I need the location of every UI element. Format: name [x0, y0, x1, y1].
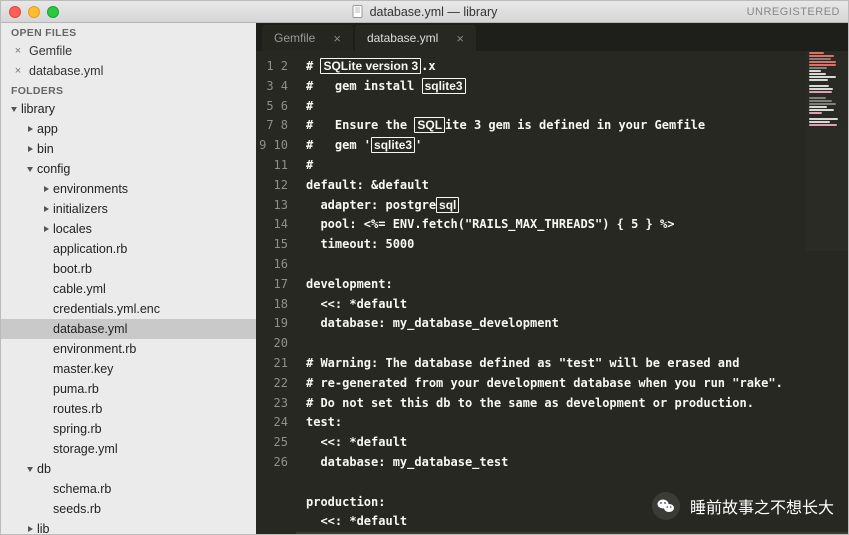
- folders-header: FOLDERS: [1, 81, 256, 99]
- tree-file[interactable]: spring.rb: [1, 419, 256, 439]
- tree-label: application.rb: [53, 242, 127, 256]
- watermark: 睡前故事之不想长大: [652, 492, 834, 520]
- disclosure-down-icon[interactable]: [9, 104, 19, 114]
- editor-tab[interactable]: database.yml ×: [355, 25, 476, 51]
- disclosure-right-icon[interactable]: [25, 124, 35, 134]
- tree-file[interactable]: cable.yml: [1, 279, 256, 299]
- window-body: OPEN FILES × Gemfile × database.yml FOLDERS…: [1, 23, 848, 534]
- tree-file[interactable]: master.key: [1, 359, 256, 379]
- open-file-label: database.yml: [29, 64, 103, 78]
- tree-label: schema.rb: [53, 482, 111, 496]
- tree-folder[interactable]: library: [1, 99, 256, 119]
- tab-label: Gemfile: [274, 31, 315, 45]
- tab-label: database.yml: [367, 31, 438, 45]
- code-area[interactable]: 1 2 3 4 5 6 7 8 9 10 11 12 13 14 15 16 1…: [256, 51, 848, 534]
- tree-folder[interactable]: app: [1, 119, 256, 139]
- tree-folder[interactable]: db: [1, 459, 256, 479]
- tree-label: storage.yml: [53, 442, 118, 456]
- tree-folder[interactable]: initializers: [1, 199, 256, 219]
- tree-file[interactable]: storage.yml: [1, 439, 256, 459]
- tab-close-icon[interactable]: ×: [333, 31, 341, 46]
- tree-label: environment.rb: [53, 342, 136, 356]
- tree-label: lib: [37, 522, 50, 534]
- tree-label: routes.rb: [53, 402, 102, 416]
- disclosure-down-icon[interactable]: [25, 164, 35, 174]
- tree-label: cable.yml: [53, 282, 106, 296]
- disclosure-right-icon[interactable]: [41, 224, 51, 234]
- document-icon: [352, 5, 364, 18]
- tree-file[interactable]: credentials.yml.enc: [1, 299, 256, 319]
- unregistered-label: UNREGISTERED: [747, 6, 840, 18]
- tree-label: credentials.yml.enc: [53, 302, 160, 316]
- tree-label: spring.rb: [53, 422, 102, 436]
- tree-file[interactable]: routes.rb: [1, 399, 256, 419]
- editor-pane: Gemfile × database.yml × 1 2 3 4 5 6 7 8 9 …: [256, 23, 848, 534]
- tree-label: library: [21, 102, 55, 116]
- close-file-icon[interactable]: ×: [13, 65, 23, 77]
- disclosure-down-icon[interactable]: [25, 464, 35, 474]
- tree-folder[interactable]: bin: [1, 139, 256, 159]
- open-files-header: OPEN FILES: [1, 23, 256, 41]
- tree-file[interactable]: database.yml: [1, 319, 256, 339]
- tree-label: initializers: [53, 202, 108, 216]
- sidebar: OPEN FILES × Gemfile × database.yml FOLDERS…: [1, 23, 256, 534]
- tree-label: master.key: [53, 362, 113, 376]
- disclosure-right-icon[interactable]: [41, 204, 51, 214]
- disclosure-right-icon[interactable]: [25, 524, 35, 534]
- watermark-text: 睡前故事之不想长大: [690, 494, 834, 518]
- disclosure-right-icon[interactable]: [41, 184, 51, 194]
- tree-label: puma.rb: [53, 382, 99, 396]
- tree-label: database.yml: [53, 322, 127, 336]
- tab-close-icon[interactable]: ×: [456, 31, 464, 46]
- tree-label: db: [37, 462, 51, 476]
- open-file-item[interactable]: × database.yml: [1, 61, 256, 81]
- tree-label: boot.rb: [53, 262, 92, 276]
- tree-label: app: [37, 122, 58, 136]
- tree-file[interactable]: boot.rb: [1, 259, 256, 279]
- tree-folder[interactable]: locales: [1, 219, 256, 239]
- app-window: database.yml — library UNREGISTERED OPEN…: [0, 0, 849, 535]
- tree-file[interactable]: seeds.rb: [1, 499, 256, 519]
- open-files-list: × Gemfile × database.yml: [1, 41, 256, 81]
- disclosure-right-icon[interactable]: [25, 144, 35, 154]
- tree-file[interactable]: application.rb: [1, 239, 256, 259]
- editor-tabs: Gemfile × database.yml ×: [256, 23, 848, 51]
- tree-label: bin: [37, 142, 54, 156]
- tree-file[interactable]: environment.rb: [1, 339, 256, 359]
- tree-label: seeds.rb: [53, 502, 101, 516]
- folder-tree: library app bin config environments initializ…: [1, 99, 256, 534]
- tree-label: config: [37, 162, 70, 176]
- tree-label: environments: [53, 182, 128, 196]
- titlebar[interactable]: database.yml — library UNREGISTERED: [1, 1, 848, 23]
- minimap[interactable]: [806, 51, 848, 251]
- tree-folder[interactable]: environments: [1, 179, 256, 199]
- tree-file[interactable]: puma.rb: [1, 379, 256, 399]
- tree-folder[interactable]: lib: [1, 519, 256, 534]
- window-title: database.yml — library: [1, 5, 848, 19]
- code-content[interactable]: # SQLite version 3.x # gem install sqlit…: [296, 51, 848, 534]
- close-file-icon[interactable]: ×: [13, 45, 23, 57]
- editor-tab[interactable]: Gemfile ×: [262, 25, 353, 51]
- open-file-item[interactable]: × Gemfile: [1, 41, 256, 61]
- tree-label: locales: [53, 222, 92, 236]
- wechat-icon: [652, 492, 680, 520]
- open-file-label: Gemfile: [29, 44, 72, 58]
- tree-file[interactable]: schema.rb: [1, 479, 256, 499]
- tree-folder[interactable]: config: [1, 159, 256, 179]
- line-gutter: 1 2 3 4 5 6 7 8 9 10 11 12 13 14 15 16 1…: [256, 51, 296, 534]
